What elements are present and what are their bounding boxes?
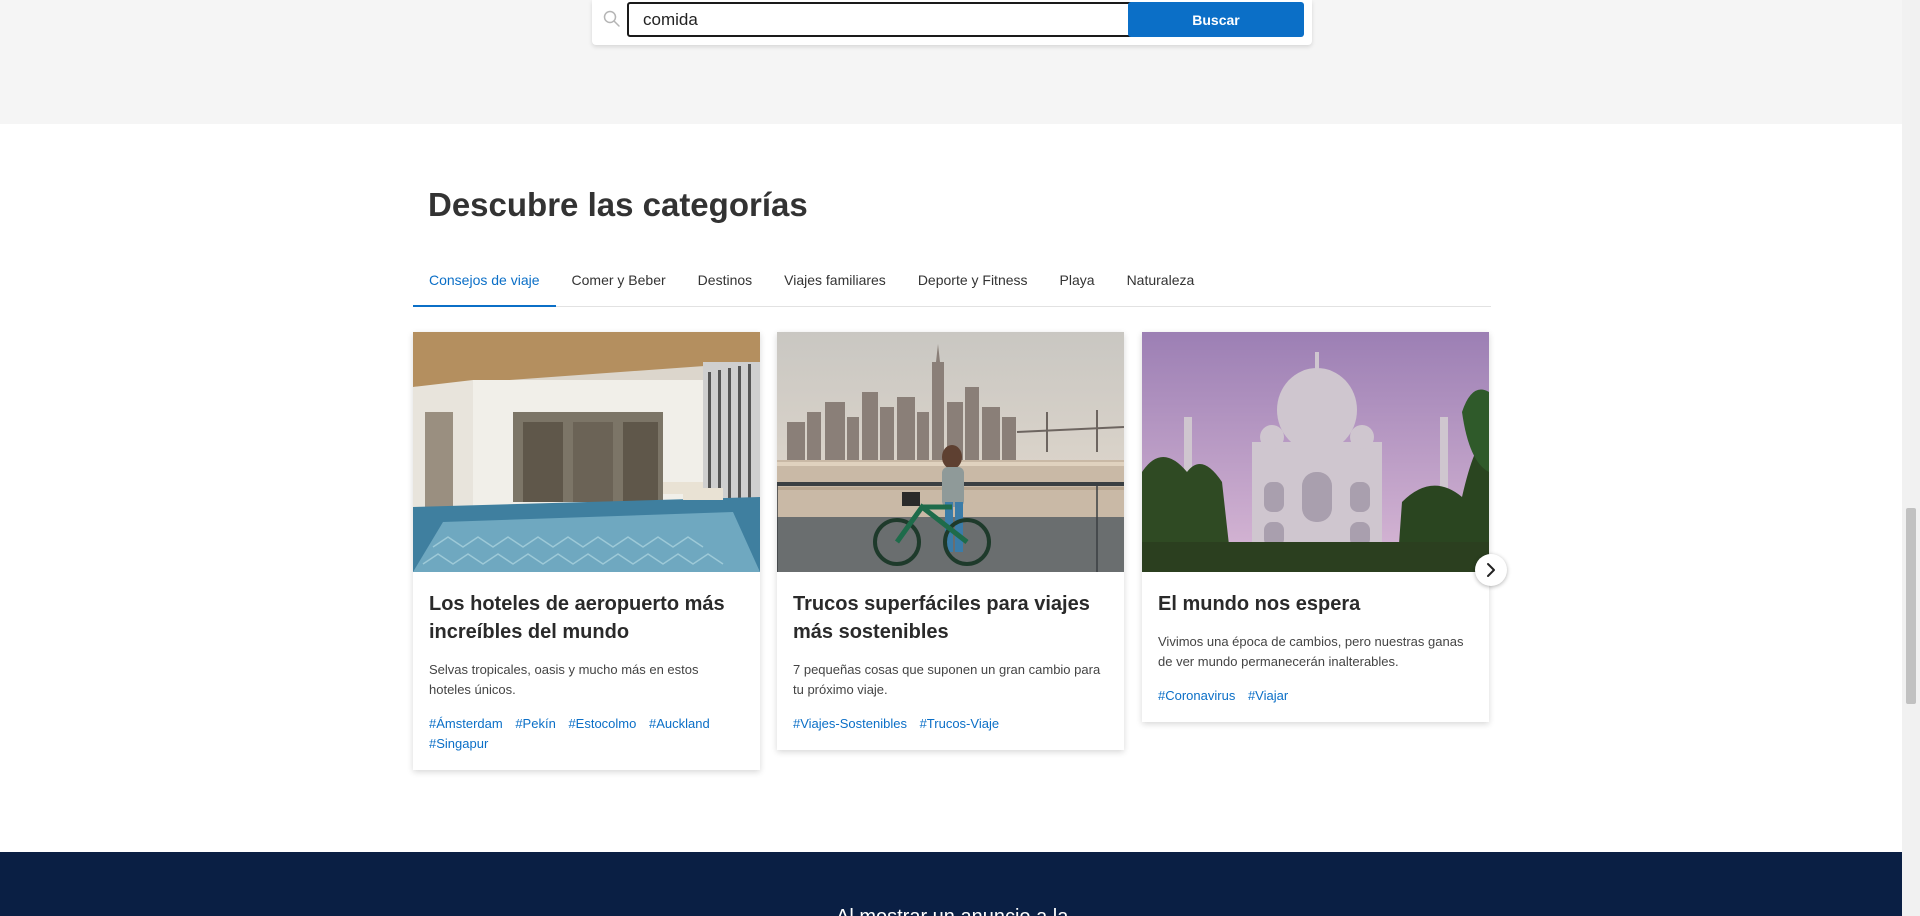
taj-mahal-image [1142, 332, 1489, 572]
card-tags: #Ámsterdam #Pekín #Estocolmo #Auckland #… [429, 714, 744, 754]
tab-deporte-y-fitness[interactable]: Deporte y Fitness [902, 265, 1044, 307]
tab-playa[interactable]: Playa [1044, 265, 1111, 307]
article-card[interactable]: El mundo nos espera Vivimos una época de… [1142, 332, 1489, 722]
card-description: Selvas tropicales, oasis y mucho más en … [429, 662, 699, 697]
card-title[interactable]: El mundo nos espera [1158, 590, 1473, 618]
card-description: Vivimos una época de cambios, pero nuest… [1158, 634, 1464, 669]
tag-link[interactable]: #Auckland [649, 714, 710, 734]
tab-viajes-familiares[interactable]: Viajes familiares [768, 265, 902, 307]
tab-consejos-de-viaje[interactable]: Consejos de viaje [413, 265, 556, 307]
article-card[interactable]: Los hoteles de aeropuerto más increíbles… [413, 332, 760, 770]
tag-link[interactable]: #Viajes-Sostenibles [793, 714, 907, 734]
chevron-right-icon [1487, 563, 1495, 577]
search-button[interactable]: Buscar [1128, 2, 1304, 37]
card-description: 7 pequeñas cosas que suponen un gran cam… [793, 662, 1101, 697]
section-title: Descubre las categorías [428, 186, 808, 223]
scrollbar-thumb[interactable] [1906, 508, 1916, 704]
city-skyline-bike-image [777, 332, 1124, 572]
category-tabs: Consejos de viaje Comer y Beber Destinos… [413, 265, 1491, 307]
carousel-next-button[interactable] [1475, 554, 1507, 586]
search-input[interactable] [627, 2, 1144, 37]
tab-naturaleza[interactable]: Naturaleza [1111, 265, 1211, 307]
tab-comer-y-beber[interactable]: Comer y Beber [556, 265, 682, 307]
page-scrollbar[interactable] [1902, 0, 1920, 916]
card-title[interactable]: Trucos superfáciles para viajes más sost… [793, 590, 1108, 646]
tag-link[interactable]: #Ámsterdam [429, 714, 503, 734]
tag-link[interactable]: #Viajar [1248, 686, 1288, 706]
search-band: Buscar [0, 0, 1902, 124]
card-tags: #Coronavirus #Viajar [1158, 686, 1473, 706]
tag-link[interactable]: #Trucos-Viaje [920, 714, 999, 734]
footer-text: Al mostrar un anuncio a la [836, 906, 1068, 916]
search-icon [603, 10, 620, 27]
search-box: Buscar [592, 0, 1312, 45]
tag-link[interactable]: #Coronavirus [1158, 686, 1235, 706]
airport-hotel-pool-image [413, 332, 760, 572]
tag-link[interactable]: #Singapur [429, 734, 488, 754]
card-tags: #Viajes-Sostenibles #Trucos-Viaje [793, 714, 1108, 734]
tag-link[interactable]: #Estocolmo [568, 714, 636, 734]
tag-link[interactable]: #Pekín [515, 714, 555, 734]
tab-destinos[interactable]: Destinos [682, 265, 768, 307]
card-title[interactable]: Los hoteles de aeropuerto más increíbles… [429, 590, 744, 646]
article-card[interactable]: Trucos superfáciles para viajes más sost… [777, 332, 1124, 750]
footer-banner: Al mostrar un anuncio a la [0, 852, 1902, 916]
